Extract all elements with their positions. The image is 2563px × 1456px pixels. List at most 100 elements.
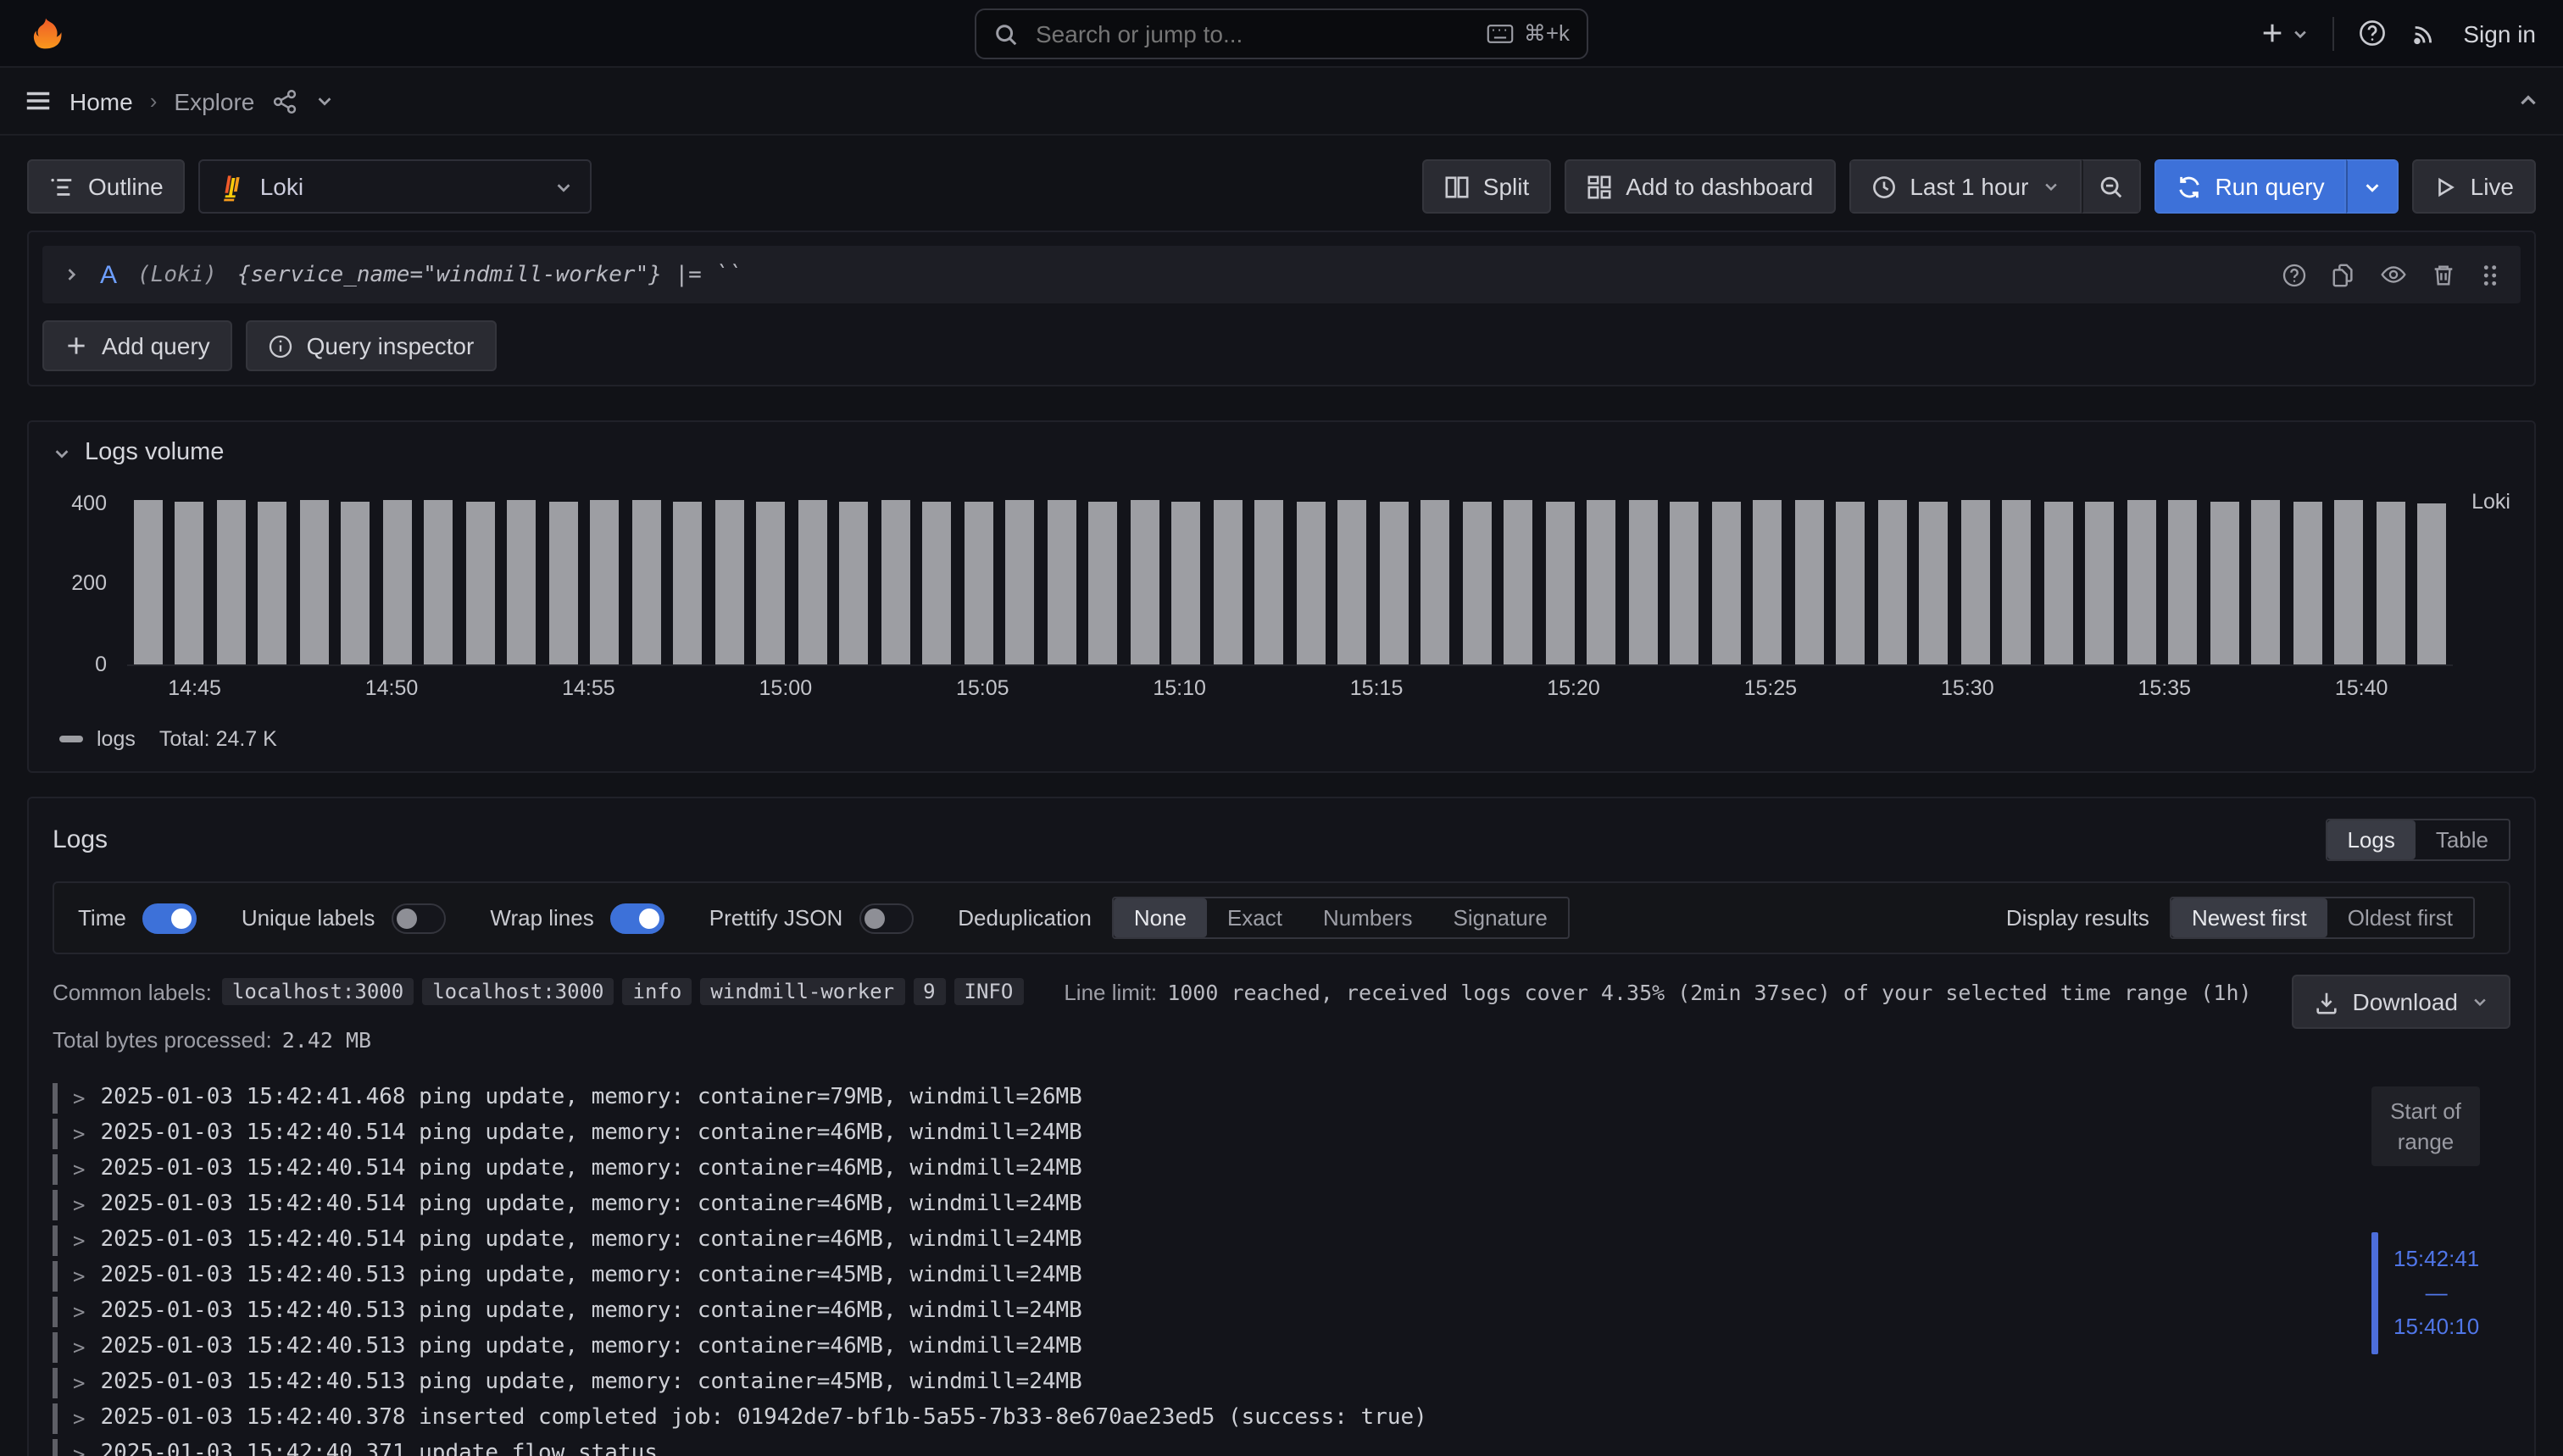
chart-bar[interactable]	[1124, 497, 1165, 664]
chart-bar[interactable]	[127, 497, 169, 664]
query-help-icon[interactable]	[2282, 262, 2307, 287]
breadcrumb-home[interactable]: Home	[69, 87, 133, 114]
add-query-button[interactable]: Add query	[42, 320, 232, 371]
chart-bar[interactable]	[1788, 497, 1830, 664]
log-row[interactable]: >2025-01-03 15:42:40.378 inserted comple…	[53, 1400, 2327, 1436]
log-row[interactable]: >2025-01-03 15:42:40.513 ping update, me…	[53, 1293, 2327, 1329]
log-row[interactable]: >2025-01-03 15:42:40.371 update flow sta…	[53, 1436, 2327, 1456]
log-row[interactable]: >2025-01-03 15:42:40.513 ping update, me…	[53, 1364, 2327, 1400]
log-expand-chevron-icon[interactable]: >	[73, 1264, 85, 1287]
chart-bar[interactable]	[1207, 497, 1248, 664]
global-search[interactable]: ⌘+k	[975, 8, 1588, 59]
log-row[interactable]: >2025-01-03 15:42:40.513 ping update, me…	[53, 1329, 2327, 1364]
chart-bar[interactable]	[501, 497, 542, 664]
menu-hamburger-icon[interactable]	[24, 86, 53, 115]
option-oldest-first[interactable]: Oldest first	[2327, 898, 2473, 937]
chart-bar[interactable]	[1871, 497, 1913, 664]
log-row[interactable]: >2025-01-03 15:42:40.513 ping update, me…	[53, 1258, 2327, 1293]
chart-bar[interactable]	[210, 497, 252, 664]
chart-bar[interactable]	[1705, 497, 1747, 664]
log-expand-chevron-icon[interactable]: >	[73, 1406, 85, 1430]
new-menu-button[interactable]	[2260, 20, 2309, 46]
chart-bar[interactable]	[1996, 497, 2038, 664]
chart-bar[interactable]	[1332, 497, 1373, 664]
log-row[interactable]: >2025-01-03 15:42:40.514 ping update, me…	[53, 1186, 2327, 1222]
chart-bar[interactable]	[1539, 497, 1581, 664]
query-row[interactable]: A (Loki) {service_name="windmill-worker"…	[42, 246, 2521, 303]
chart-bar[interactable]	[958, 497, 999, 664]
run-query-dropdown-button[interactable]	[2347, 159, 2399, 214]
chart-bar[interactable]	[2370, 497, 2411, 664]
chart-bar[interactable]	[1290, 497, 1332, 664]
chart-bar[interactable]	[1581, 497, 1622, 664]
chart-bar[interactable]	[709, 497, 750, 664]
datasource-picker[interactable]: Loki	[199, 159, 592, 214]
chart-bar[interactable]	[1041, 497, 1082, 664]
chart-bar[interactable]	[833, 497, 875, 664]
chart-bar[interactable]	[542, 497, 584, 664]
option-none[interactable]: None	[1114, 898, 1207, 937]
chart-bar[interactable]	[875, 497, 916, 664]
trash-icon[interactable]	[2431, 262, 2456, 287]
chart-bar[interactable]	[335, 497, 376, 664]
chart-bar[interactable]	[293, 497, 335, 664]
chart-bar[interactable]	[2245, 497, 2287, 664]
option-exact[interactable]: Exact	[1207, 898, 1303, 937]
log-row[interactable]: >2025-01-03 15:42:40.514 ping update, me…	[53, 1151, 2327, 1186]
chart-bar[interactable]	[1622, 497, 1664, 664]
chart-bar[interactable]	[2287, 497, 2328, 664]
log-expand-chevron-icon[interactable]: >	[73, 1121, 85, 1145]
help-icon[interactable]	[2358, 19, 2387, 47]
toggle-switch[interactable]	[859, 903, 914, 933]
time-range-button[interactable]: Last 1 hour	[1849, 159, 2081, 214]
log-expand-chevron-icon[interactable]: >	[73, 1086, 85, 1109]
option-table[interactable]: Table	[2416, 820, 2509, 859]
chart-bar[interactable]	[792, 497, 833, 664]
chevron-down-icon[interactable]	[315, 92, 334, 110]
query-inspector-button[interactable]: Query inspector	[246, 320, 497, 371]
copy-icon[interactable]	[2331, 262, 2356, 287]
chart-bar[interactable]	[1747, 497, 1788, 664]
log-expand-chevron-icon[interactable]: >	[73, 1157, 85, 1181]
zoom-out-time-button[interactable]	[2081, 159, 2140, 214]
chart-bar[interactable]	[1456, 497, 1498, 664]
download-button[interactable]: Download	[2291, 975, 2510, 1029]
search-input[interactable]	[1032, 19, 1473, 49]
logs-volume-chart[interactable]: Loki 0200400 14:4514:5014:5515:0015:0515…	[53, 497, 2510, 751]
chart-bar[interactable]	[169, 497, 210, 664]
chart-bar[interactable]	[1913, 497, 1954, 664]
chart-bar[interactable]	[1664, 497, 1705, 664]
legend-series-name[interactable]: logs	[97, 727, 136, 751]
outline-button[interactable]: Outline	[27, 159, 186, 214]
chart-bar[interactable]	[252, 497, 293, 664]
drag-handle-icon[interactable]	[2480, 262, 2500, 287]
chart-bar[interactable]	[1415, 497, 1456, 664]
chart-bar[interactable]	[1373, 497, 1415, 664]
chart-bar[interactable]	[584, 497, 625, 664]
split-button[interactable]: Split	[1422, 159, 1551, 214]
log-expand-chevron-icon[interactable]: >	[73, 1442, 85, 1456]
toggle-switch[interactable]	[143, 903, 197, 933]
chart-bar[interactable]	[1954, 497, 1996, 664]
selected-range-indicator[interactable]: 15:42:41 — 15:40:10	[2371, 1232, 2479, 1354]
add-to-dashboard-button[interactable]: Add to dashboard	[1565, 159, 1835, 214]
chart-bar[interactable]	[2079, 497, 2121, 664]
chart-bar[interactable]	[418, 497, 459, 664]
chart-bar[interactable]	[2204, 497, 2245, 664]
log-row[interactable]: >2025-01-03 15:42:40.514 ping update, me…	[53, 1222, 2327, 1258]
collapse-chevron-up-icon[interactable]	[2517, 90, 2539, 112]
chart-bar[interactable]	[999, 497, 1041, 664]
eye-icon[interactable]	[2380, 261, 2407, 288]
option-logs[interactable]: Logs	[2327, 820, 2415, 859]
option-newest-first[interactable]: Newest first	[2171, 898, 2327, 937]
news-rss-icon[interactable]	[2410, 19, 2439, 47]
log-expand-chevron-icon[interactable]: >	[73, 1335, 85, 1359]
chart-bar[interactable]	[2328, 497, 2370, 664]
chart-bar[interactable]	[916, 497, 958, 664]
toggle-switch[interactable]	[392, 903, 446, 933]
chart-bar[interactable]	[2038, 497, 2079, 664]
chart-bar[interactable]	[1248, 497, 1290, 664]
chart-bar[interactable]	[625, 497, 667, 664]
chart-bar[interactable]	[2411, 497, 2453, 664]
chart-bar[interactable]	[2162, 497, 2204, 664]
